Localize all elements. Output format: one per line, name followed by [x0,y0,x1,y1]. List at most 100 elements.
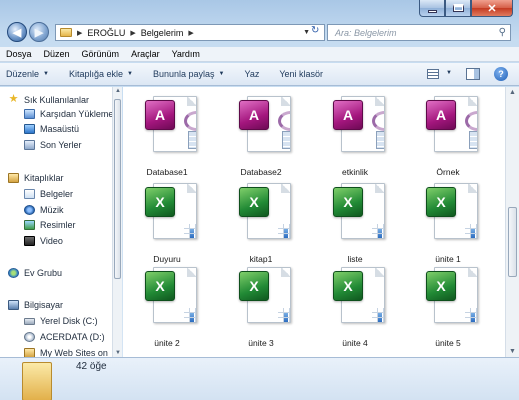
file-item[interactable]: X ünite 4 [319,264,391,350]
file-item[interactable]: X Duyuru [131,180,203,266]
web-folder-icon [24,348,35,357]
music-icon [24,205,35,215]
file-item[interactable]: X ünite 3 [225,264,297,350]
breadcrumb-separator-icon[interactable]: ▶ [188,29,193,37]
nav-music-label: Müzik [40,205,64,215]
forward-button[interactable]: ▶ [29,22,49,42]
folder-icon [22,362,52,400]
file-item[interactable]: A etkinlik [319,93,391,179]
nav-recent[interactable]: Son Yerler [24,140,82,150]
breadcrumb-documents[interactable]: Belgelerim [141,28,184,38]
file-name: ünite 5 [435,338,461,348]
address-dropdown-icon[interactable]: ▼ [303,29,310,36]
help-icon[interactable]: ? [494,67,508,81]
change-view-icon[interactable] [427,69,439,79]
nav-pictures-label: Resimler [40,220,76,230]
grid-art [278,224,290,238]
nav-web-sites[interactable]: My Web Sites on [24,348,108,357]
pictures-icon [24,220,35,230]
table-art [469,131,477,149]
nav-computer[interactable]: Bilgisayar [8,300,63,310]
file-list-scroll-thumb[interactable] [508,207,517,277]
scroll-down-icon[interactable]: ▼ [509,348,516,355]
star-icon: ★ [8,93,19,105]
nav-local-disk-label: Yerel Disk (C:) [40,316,98,326]
excel-icon: X [426,187,456,217]
search-input[interactable]: Ara: Belgelerim ⚲ [327,24,511,41]
nav-video[interactable]: Video [24,236,63,246]
file-item[interactable]: X liste [319,180,391,266]
nav-homegroup[interactable]: Ev Grubu [8,268,62,278]
nav-favorites[interactable]: ★ Sık Kullanılanlar [8,94,89,105]
scroll-down-icon[interactable]: ▼ [115,350,121,356]
print-button[interactable]: Yaz [244,69,259,79]
file-item[interactable]: A Database2 [225,93,297,179]
nav-documents[interactable]: Belgeler [24,189,73,199]
file-list-scrollbar[interactable]: ▲ ▼ [505,87,519,357]
nav-libraries[interactable]: Kitaplıklar [8,173,64,183]
organize-button[interactable]: Düzenle ▼ [6,69,49,79]
table-art [282,131,290,149]
file-item[interactable]: X ünite 1 [412,180,484,266]
grid-art [372,224,384,238]
refresh-icon[interactable]: ↻ [311,25,319,36]
menu-bar: Dosya Düzen Görünüm Araçlar Yardım [0,47,519,62]
back-arrow-icon: ◀ [12,26,22,39]
nav-desktop[interactable]: Masaüstü [24,124,79,134]
folder-icon [60,28,72,37]
file-item[interactable]: A Database1 [131,93,203,179]
preview-pane-icon[interactable] [466,68,480,80]
forward-arrow-icon: ▶ [34,26,44,39]
back-button[interactable]: ◀ [7,22,27,42]
nav-acerdata[interactable]: ACERDATA (D:) [24,332,105,342]
file-item[interactable]: X ünite 2 [131,264,203,350]
minimize-button[interactable] [419,0,445,17]
search-icon[interactable]: ⚲ [499,27,506,38]
maximize-button[interactable] [445,0,471,17]
nav-local-disk[interactable]: Yerel Disk (C:) [24,316,98,326]
downloads-folder-icon [24,109,35,119]
grid-art [465,224,477,238]
scroll-up-icon[interactable]: ▲ [115,88,121,94]
add-to-library-button[interactable]: Kitaplığa ekle ▼ [69,69,133,79]
video-icon [24,236,35,246]
new-folder-button[interactable]: Yeni klasör [279,69,323,79]
nav-recent-label: Son Yerler [40,140,82,150]
file-name: liste [347,254,363,264]
breadcrumb-separator-icon[interactable]: ▶ [77,29,82,37]
hard-disk-icon [24,317,35,325]
share-with-button[interactable]: Bununla paylaş ▼ [153,69,225,79]
menu-tools[interactable]: Araçlar [131,49,160,59]
file-name: ünite 1 [435,254,461,264]
menu-file[interactable]: Dosya [6,49,32,59]
libraries-icon [8,173,19,183]
excel-icon: X [239,187,269,217]
menu-edit[interactable]: Düzen [44,49,70,59]
breadcrumb-user[interactable]: EROĞLU [87,28,125,38]
file-name: kitap1 [249,254,273,264]
nav-music[interactable]: Müzik [24,205,64,215]
navigation-scroll-thumb[interactable] [114,99,121,279]
share-with-label: Bununla paylaş [152,69,215,79]
file-item[interactable]: X kitap1 [225,180,297,266]
details-pane: 42 öğe [0,357,519,400]
menu-help[interactable]: Yardım [172,49,200,59]
scroll-up-icon[interactable]: ▲ [509,89,516,96]
nav-downloads[interactable]: Karşıdan Yüklemeler [24,109,112,119]
file-name: ünite 4 [342,338,368,348]
address-bar[interactable]: ▶ EROĞLU ▶ Belgelerim ▶ ▼ [55,24,325,41]
file-item[interactable]: A Örnek [412,93,484,179]
close-button[interactable]: ✕ [471,0,513,17]
minimize-icon [427,9,437,13]
breadcrumb-separator-icon[interactable]: ▶ [130,29,135,37]
navigation-scrollbar[interactable]: ▲ ▼ [112,87,122,357]
nav-pictures[interactable]: Resimler [24,220,76,230]
view-options-dropdown-icon[interactable]: ▼ [446,70,452,76]
address-row: ◀ ▶ ▶ EROĞLU ▶ Belgelerim ▶ ▼ ↻ Ara: Bel… [0,21,519,45]
table-art [376,131,384,149]
excel-icon: X [333,271,363,301]
menu-view[interactable]: Görünüm [82,49,120,59]
file-name: Örnek [436,167,460,177]
file-item[interactable]: X ünite 5 [412,264,484,350]
chevron-down-icon: ▼ [43,71,49,77]
